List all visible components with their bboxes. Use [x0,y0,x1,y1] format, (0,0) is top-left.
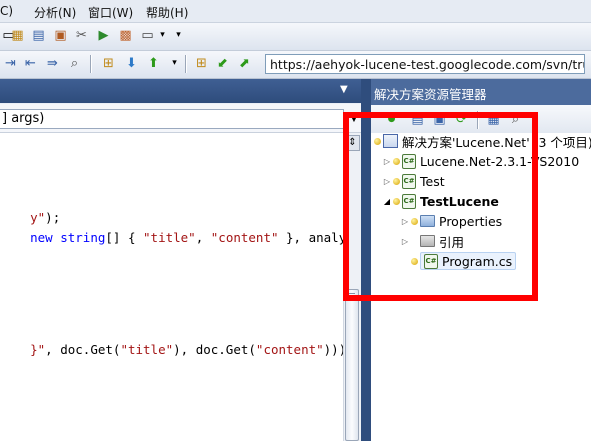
expand-arrow-icon[interactable]: ▷ [399,217,411,226]
switch-icon[interactable]: ⬋ [214,55,231,72]
editor-tab-strip [0,79,361,103]
code-token: [] { [105,230,144,245]
object-browser-icon[interactable]: ▤ [30,27,47,44]
menu-item-window[interactable]: 窗口(W) [88,4,133,21]
tree-item-project[interactable]: ▷ C# Test [381,172,445,190]
properties-icon[interactable]: ▤ [409,111,426,128]
code-line-3: }", doc.Get("title"), doc.Get("content")… [0,327,354,372]
tree-item-label: 引用 [439,234,465,250]
code-token: , doc.Get( [45,342,121,357]
tree-item-label: Lucene.Net-2.3.1-VS2010 [420,153,580,169]
dropdown-arrow-icon[interactable]: ▾ [154,27,171,44]
expand-arrow-icon[interactable]: ▷ [381,157,393,166]
tree-item-project[interactable]: ▷ C# Lucene.Net-2.3.1-VS2010 [381,152,579,170]
solution-icon [383,134,398,148]
tree-item-solution[interactable]: 解决方案'Lucene.Net' (3 个项目) [374,132,591,150]
code-token: "content" [255,342,324,357]
code-token: "content" [210,230,279,245]
view-class-diagram-icon[interactable]: ⌕ [507,111,524,128]
menu-item-analyze[interactable]: 分析(N) [34,4,76,21]
code-token: , [195,230,211,245]
tree-item-label: Program.cs [442,253,513,269]
update-down-icon[interactable]: ⬇ [123,55,140,72]
expand-arrow-icon[interactable]: ▷ [381,177,393,186]
sync-icon[interactable]: ⊞ [100,55,117,72]
toolbar-separator [477,111,478,129]
status-dot-icon [393,197,400,205]
references-folder-icon [420,235,435,247]
toolbar-separator [90,55,91,73]
commit-up-icon[interactable]: ⬆ [145,55,162,72]
toolbar-standard: ▭ ▦ ▤ ▣ ✂ ▶ ▩ ▭ ▾ ▾ [0,23,591,51]
menu-item-c[interactable]: C) [0,4,13,18]
extension-icon[interactable]: ▩ [117,27,134,44]
show-all-files-icon[interactable]: ▣ [431,111,448,128]
code-token: ), doc.Get( [173,342,256,357]
code-line-2: new string[] { "title", "content" }, ana… [0,215,384,260]
status-dot-icon [393,177,400,185]
undo-checkout-icon[interactable]: ⇤ [22,55,39,72]
tree-item-properties[interactable]: ▷ Properties [399,212,502,230]
menu-item-help[interactable]: 帮助(H) [146,4,188,21]
code-token: "title" [120,342,174,357]
checkout-icon[interactable]: ⇥ [2,55,19,72]
repository-url-field[interactable]: https://aehyok-lucene-test.googlecode.co… [265,54,585,74]
solution-explorer-title: 解决方案资源管理器 [374,87,487,102]
toolbar-separator [185,55,186,73]
tree-item-program-cs[interactable]: C# Program.cs [411,252,517,270]
menu-bar: C) 分析(N) 窗口(W) 帮助(H) [0,0,591,23]
status-dot-icon [411,257,418,265]
tree-item-references[interactable]: ▷ 引用 [399,232,464,250]
code-token: }" [30,342,46,357]
tree-item-label: Test [420,173,445,189]
code-token: "title" [143,230,196,245]
tree-item-label: Properties [439,213,503,229]
status-dot-icon [411,217,418,225]
scrollbar-thumb[interactable] [345,289,359,441]
chevron-down-icon[interactable]: ▼ [347,110,361,128]
pane-splitter[interactable] [361,79,371,441]
csharp-project-icon: C# [402,173,416,189]
history-icon[interactable]: ⌕ [66,55,83,72]
relocate-icon[interactable]: ⬈ [236,55,253,72]
member-combo[interactable]: ] args) [0,109,344,129]
repository-icon[interactable]: ⊞ [193,55,210,72]
solution-explorer-toolbar: ● ▤ ▣ ⟳ ▦ ⌕ [371,105,591,134]
view-code-icon[interactable]: ▦ [485,111,502,128]
code-token: string [60,230,106,245]
status-dot-icon [374,137,381,145]
start-page-icon[interactable]: ▶ [95,27,112,44]
split-window-icon[interactable]: ⇕ [345,135,360,151]
collapse-arrow-icon[interactable]: ◢ [381,197,393,206]
scroll-grip-icon [349,293,355,301]
csharp-file-icon: C# [424,253,438,269]
toolbar-overflow-icon[interactable]: ▾ [166,55,183,72]
solution-tree: 解决方案'Lucene.Net' (3 个项目) ▷ C# Lucene.Net… [371,133,591,441]
active-project-icon[interactable]: ● [383,111,400,128]
properties-folder-icon [420,215,435,227]
code-token: new [30,230,53,245]
csharp-project-icon: C# [402,153,416,169]
tools-icon[interactable]: ✂ [73,27,90,44]
properties-icon[interactable]: ▦ [9,27,26,44]
tree-item-label: TestLucene [420,193,499,209]
toolbox-icon[interactable]: ▣ [52,27,69,44]
tree-item-label: 解决方案'Lucene.Net' (3 个项目) [402,134,591,150]
expand-arrow-icon[interactable]: ▷ [399,237,411,246]
refresh-icon[interactable]: ⟳ [453,111,470,128]
status-dot-icon [393,157,400,165]
selected-file[interactable]: C# Program.cs [420,252,517,270]
tab-dropdown-icon[interactable]: ▼ [340,84,348,95]
csharp-project-icon: C# [402,193,416,209]
checkin-icon[interactable]: ⇛ [44,55,61,72]
toolbar-overflow-icon[interactable]: ▾ [170,27,187,44]
code-editor[interactable]: y"); new string[] { "title", "content" }… [0,133,384,441]
tree-item-project-startup[interactable]: ◢ C# TestLucene [381,192,499,210]
